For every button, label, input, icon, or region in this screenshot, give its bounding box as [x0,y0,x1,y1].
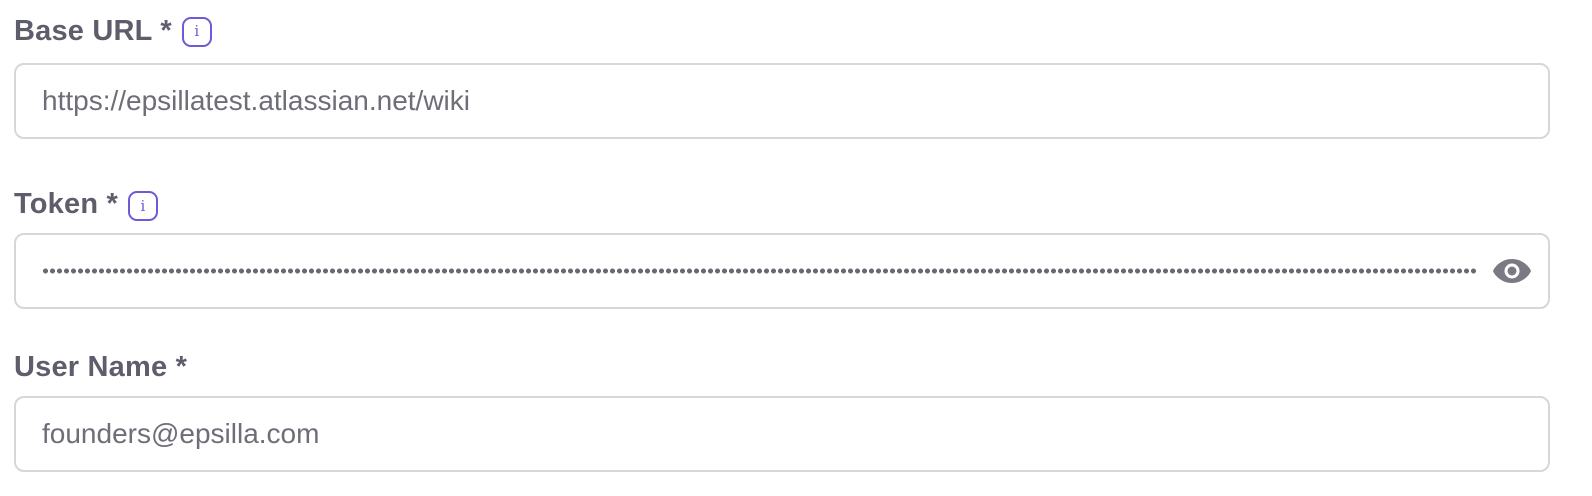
base-url-label-row: Base URL * i [14,0,1550,63]
info-icon[interactable]: i [181,16,212,47]
eye-icon[interactable] [1492,256,1532,286]
token-label: Token * [14,188,118,220]
base-url-label: Base URL * [14,15,172,47]
user-name-input[interactable] [42,418,1522,450]
token-label-row: Token * i [14,139,1550,233]
base-url-input-box[interactable] [14,63,1550,139]
user-name-input-box[interactable] [14,396,1550,472]
info-icon[interactable]: i [128,191,158,221]
token-masked-value[interactable] [42,268,1478,274]
token-input-box[interactable] [14,233,1550,309]
user-name-field: User Name * [14,309,1550,472]
base-url-input[interactable] [42,85,1522,117]
connection-form: Base URL * i Token * i User Name * [14,0,1550,472]
user-name-label: User Name * [14,351,188,383]
base-url-field: Base URL * i [14,0,1550,139]
token-field: Token * i [14,139,1550,309]
user-name-label-row: User Name * [14,309,1550,396]
